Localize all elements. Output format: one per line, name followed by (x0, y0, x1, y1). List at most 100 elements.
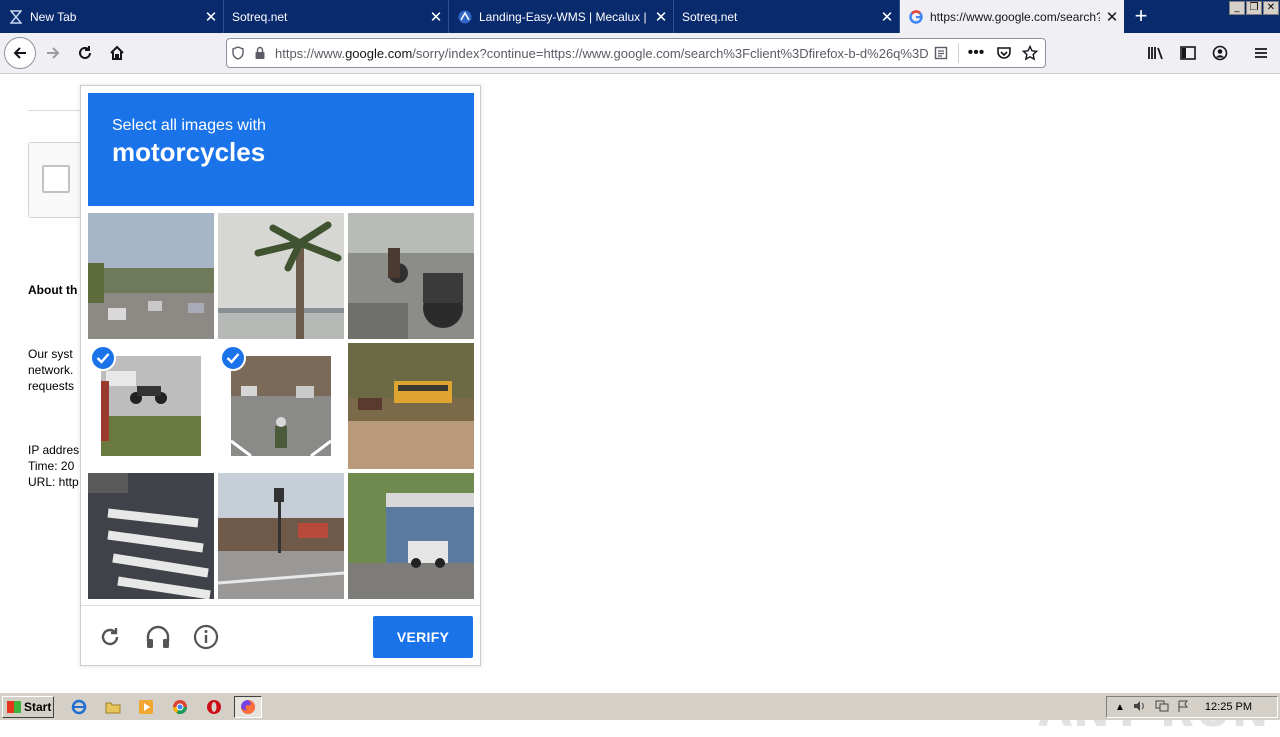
reload-button[interactable] (69, 37, 101, 69)
prompt-target: motorcycles (112, 137, 266, 167)
recaptcha-checkbox[interactable] (42, 165, 70, 193)
selected-checkmark-icon (90, 345, 116, 371)
firefox-icon (241, 700, 255, 714)
ie-icon[interactable] (70, 698, 88, 716)
recaptcha-widget (28, 142, 88, 218)
refresh-icon (101, 628, 119, 646)
home-button[interactable] (101, 37, 133, 69)
image-tile-intersection[interactable] (218, 473, 344, 599)
volume-icon[interactable] (1133, 700, 1147, 715)
about-heading: About th (28, 283, 78, 297)
selected-checkmark-icon (220, 345, 246, 371)
start-label: Start (24, 700, 52, 714)
tab-sotreq-1[interactable]: Sotreq.net ✕ (224, 0, 449, 33)
arrow-right-icon (47, 47, 60, 59)
image-tile-palm-tree-bridge[interactable] (218, 213, 344, 339)
about-body: Our syst network. requests (28, 347, 75, 393)
forward-button[interactable] (37, 37, 69, 69)
tab-sotreq-2[interactable]: Sotreq.net ✕ (674, 0, 900, 33)
audio-challenge-button[interactable] (144, 623, 172, 651)
image-tile-motorcycle-traffic[interactable] (218, 343, 344, 469)
verify-button[interactable]: VERIFY (373, 616, 473, 658)
close-tab-icon[interactable]: ✕ (199, 8, 223, 26)
close-tab-icon[interactable]: ✕ (875, 8, 899, 26)
clock[interactable]: 12:25 PM (1205, 701, 1252, 713)
tab-title: https://www.google.com/search?c (930, 9, 1100, 24)
url-bar-separator (958, 43, 959, 63)
hourglass-icon (8, 9, 24, 25)
tab-title: Sotreq.net (682, 9, 738, 24)
arrow-left-icon (13, 47, 26, 59)
bookmark-star-icon[interactable] (1019, 42, 1041, 64)
system-tray: ▲ 12:25 PM (1106, 696, 1278, 718)
image-tile-street-scene[interactable] (88, 213, 214, 339)
about-section: About th Our syst network. requests IP a… (28, 250, 79, 522)
headphones-icon (146, 625, 170, 648)
reload-challenge-button[interactable] (96, 623, 124, 651)
shield-icon[interactable] (227, 42, 249, 64)
reload-icon (79, 46, 91, 59)
reader-view-icon[interactable] (930, 42, 952, 64)
opera-icon[interactable] (205, 698, 223, 716)
url-bar[interactable]: https://www.google.com/sorry/index?conti… (226, 38, 1046, 68)
media-player-icon[interactable] (137, 698, 155, 716)
divider (28, 110, 88, 111)
url-text[interactable]: https://www.google.com/sorry/index?conti… (271, 46, 930, 61)
nav-bar: https://www.google.com/sorry/index?conti… (0, 33, 1280, 74)
tab-strip: New Tab ✕ Sotreq.net ✕ Landing-Easy-WMS … (0, 0, 1280, 33)
network-icon[interactable] (1155, 700, 1169, 715)
account-button[interactable] (1204, 37, 1236, 69)
close-tab-icon[interactable]: ✕ (649, 8, 673, 26)
sidebar-button[interactable] (1172, 37, 1204, 69)
start-button[interactable]: Start (2, 696, 54, 718)
firefox-taskbar-button[interactable] (234, 696, 262, 718)
sidebar-icon (1180, 46, 1196, 60)
url-prefix: https://www. (275, 45, 346, 61)
tab-new-tab[interactable]: New Tab ✕ (0, 0, 224, 33)
hamburger-icon (1255, 48, 1267, 58)
menu-button[interactable] (1245, 37, 1277, 69)
image-tile-motorcycles-parked[interactable] (348, 213, 474, 339)
footer-divider (81, 605, 480, 606)
library-icon (1148, 47, 1163, 60)
url-path: /sorry/index?continue=https://www.google… (412, 45, 929, 61)
image-tile-motorcycle-on-street[interactable] (88, 343, 214, 469)
image-tile-house-car[interactable] (348, 473, 474, 599)
taskbar: Start ▲ 12:25 PM (0, 692, 1280, 720)
window-controls: _ ❐ ✕ (1228, 1, 1279, 15)
tab-mecalux[interactable]: Landing-Easy-WMS | Mecalux | ww ✕ (449, 0, 674, 33)
back-button[interactable] (4, 37, 36, 69)
windows-logo-icon (7, 701, 21, 713)
action-center-flag-icon[interactable] (1177, 700, 1189, 715)
close-tab-icon[interactable]: ✕ (1100, 8, 1124, 26)
tab-title: New Tab (30, 9, 77, 24)
library-button[interactable] (1140, 37, 1172, 69)
close-window-button[interactable]: ✕ (1263, 1, 1279, 15)
home-icon (110, 45, 124, 60)
pocket-icon[interactable] (993, 42, 1015, 64)
close-tab-icon[interactable]: ✕ (424, 8, 448, 26)
minimize-button[interactable]: _ (1229, 1, 1245, 15)
explorer-folder-icon[interactable] (104, 698, 122, 716)
mecalux-icon (457, 9, 473, 25)
lock-icon[interactable] (249, 42, 271, 64)
captcha-challenge: Select all images with motorcycles VERIF… (80, 85, 481, 666)
captcha-prompt: Select all images with motorcycles (88, 93, 474, 206)
url-host: google.com (345, 45, 413, 61)
page-actions-icon[interactable]: ••• (965, 42, 987, 64)
google-icon (908, 9, 924, 25)
restore-button[interactable]: ❐ (1246, 1, 1262, 15)
tab-title: Sotreq.net (232, 9, 288, 24)
help-button[interactable] (192, 623, 220, 651)
request-meta: IP addres Time: 20 URL: http (28, 443, 80, 489)
chrome-icon[interactable] (171, 698, 189, 716)
info-icon (193, 624, 219, 650)
tab-google-active[interactable]: https://www.google.com/search?c ✕ (900, 0, 1124, 33)
account-icon (1212, 45, 1228, 61)
new-tab-button[interactable]: + (1128, 2, 1154, 30)
image-tile-school-bus[interactable] (348, 343, 474, 469)
image-grid (88, 213, 474, 599)
tray-expand-icon[interactable]: ▲ (1115, 702, 1125, 713)
image-tile-crosswalk[interactable] (88, 473, 214, 599)
prompt-instruction: Select all images with (112, 117, 266, 134)
